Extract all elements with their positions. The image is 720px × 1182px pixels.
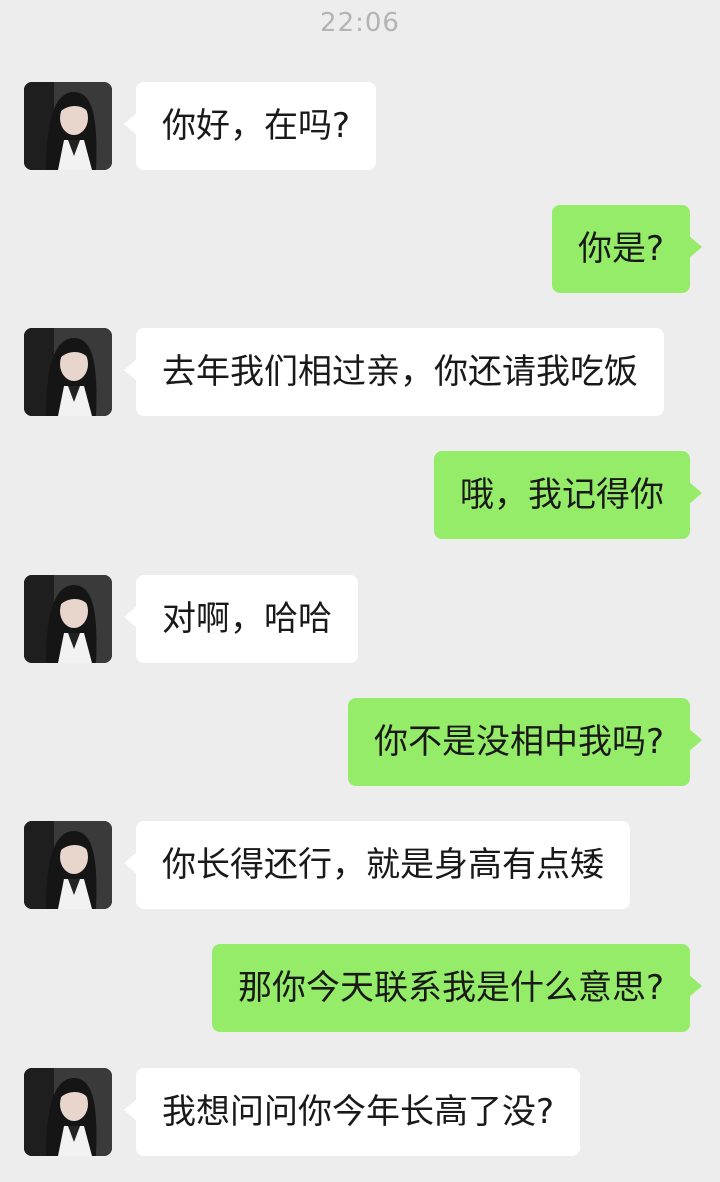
contact-avatar[interactable] xyxy=(24,821,112,909)
contact-avatar[interactable] xyxy=(24,82,112,170)
message-bubble-incoming[interactable]: 你长得还行，就是身高有点矮 xyxy=(124,821,630,909)
message-bubble-incoming[interactable]: 对啊，哈哈 xyxy=(124,575,358,663)
message-bubble-outgoing[interactable]: 你是? xyxy=(551,205,703,293)
contact-avatar[interactable] xyxy=(24,1068,112,1156)
message-bubble-incoming[interactable]: 我想问问你今年长高了没? xyxy=(123,1068,581,1156)
message-bubble-outgoing[interactable]: 哦，我记得你 xyxy=(434,451,702,539)
avatar-photo-icon xyxy=(24,82,112,170)
avatar-photo-icon xyxy=(24,821,112,909)
avatar-photo-icon xyxy=(24,328,112,416)
message-bubble-incoming[interactable]: 你好，在吗? xyxy=(123,82,377,170)
avatar-photo-icon xyxy=(24,575,112,663)
chat-timestamp: 22:06 xyxy=(320,8,400,38)
contact-avatar[interactable] xyxy=(24,575,112,663)
message-bubble-outgoing[interactable]: 那你今天联系我是什么意思? xyxy=(211,944,703,1032)
message-bubble-incoming[interactable]: 去年我们相过亲，你还请我吃饭 xyxy=(124,328,664,416)
message-bubble-outgoing[interactable]: 你不是没相中我吗? xyxy=(347,698,703,786)
avatar-photo-icon xyxy=(24,1068,112,1156)
contact-avatar[interactable] xyxy=(24,328,112,416)
